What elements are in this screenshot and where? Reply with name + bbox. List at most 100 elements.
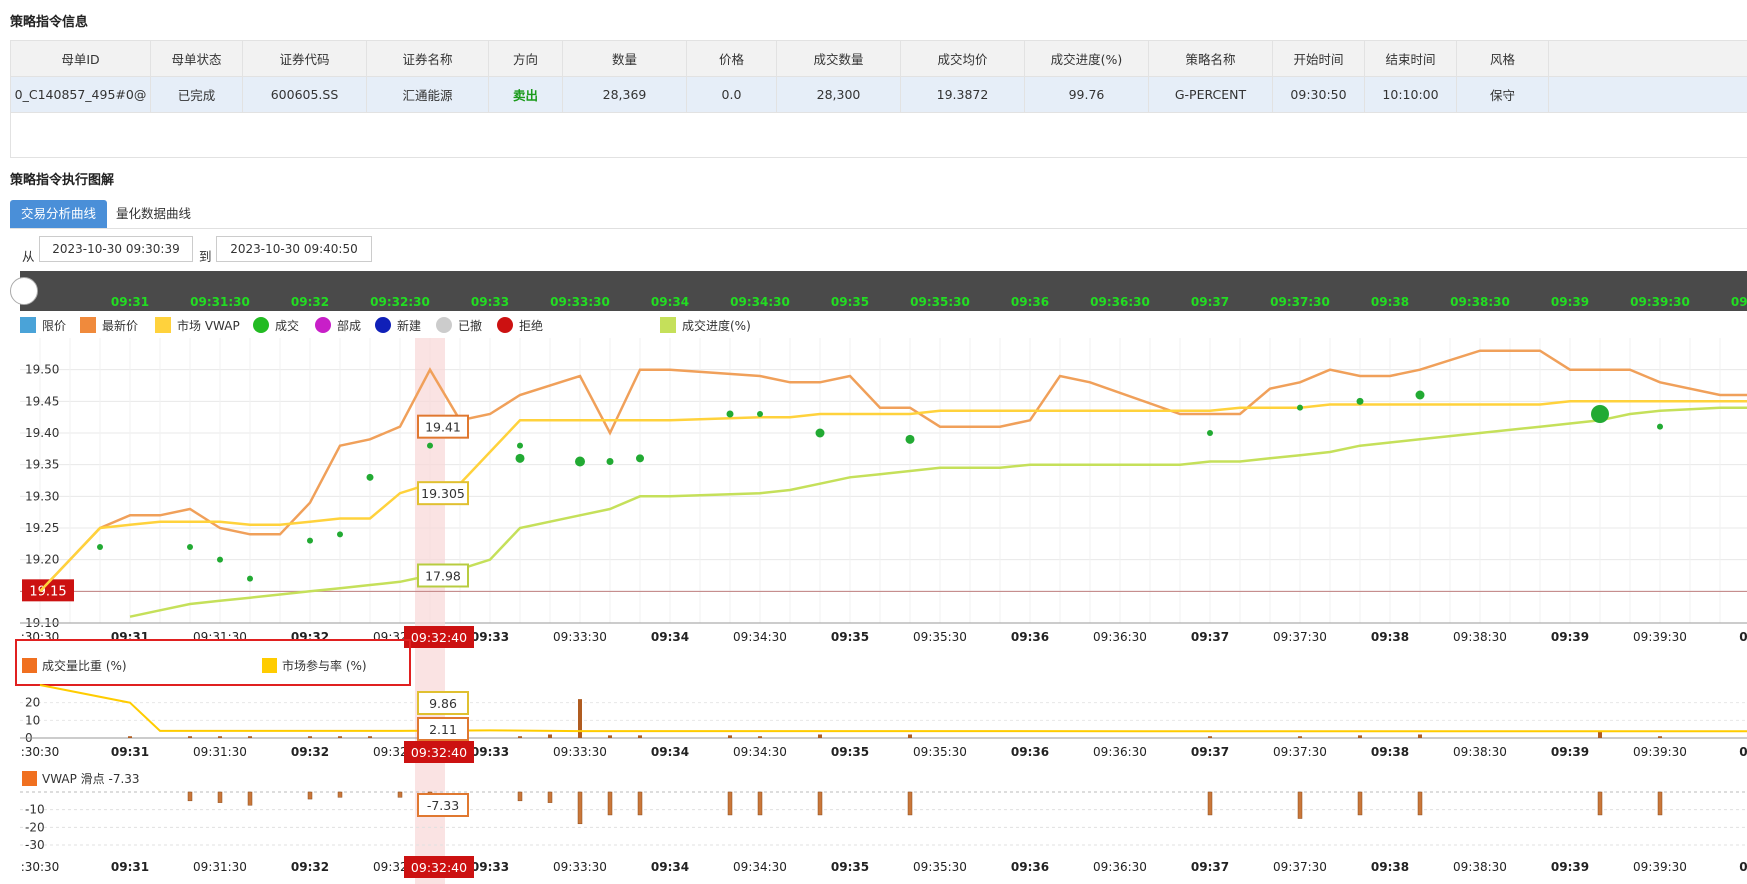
legend-swatch — [375, 317, 391, 333]
volume-bar — [728, 735, 732, 738]
slippage-bar — [247, 791, 253, 806]
trade-point — [1657, 423, 1663, 430]
x-tick-label: :30:30 — [21, 745, 60, 759]
volume-bar — [308, 736, 312, 738]
legend2-swatch — [262, 658, 277, 673]
x-tick-label: 09:36:30 — [1093, 745, 1147, 759]
tooltip-progress: 17.98 — [425, 569, 461, 584]
legend3-swatch — [22, 771, 37, 786]
volume-bar — [338, 736, 342, 738]
x-tick-label: 09:33:30 — [553, 745, 607, 759]
legend-label: 市场 VWAP — [177, 318, 240, 333]
timebar-tick-label: 09:38 — [1371, 295, 1409, 309]
x-tick-label: 09:39:30 — [1633, 630, 1687, 644]
x-tick-label: 09:37:30 — [1273, 630, 1327, 644]
timebar-tick-label: 09:37 — [1191, 295, 1229, 309]
x-tick-label: 09:32 — [291, 630, 329, 644]
trade-point — [905, 434, 915, 444]
slippage-bar — [217, 791, 223, 803]
trade-point — [515, 453, 525, 463]
timebar-tick-label: 09:34 — [651, 295, 689, 309]
x-tick-label: 09:37:30 — [1273, 860, 1327, 874]
x-tick-label: 09:38:30 — [1453, 745, 1507, 759]
timebar-tick-label: 09:39 — [1551, 295, 1589, 309]
y3-tick-label: -20 — [25, 820, 45, 834]
slippage-bar — [757, 791, 763, 816]
x-tick-label: 09:37:30 — [1273, 745, 1327, 759]
x-tick-label: 09:31 — [111, 630, 149, 644]
slippage-bar — [817, 791, 823, 816]
volume-bar — [188, 736, 192, 738]
slippage-bar — [307, 791, 313, 800]
volume-bar — [638, 735, 642, 738]
y2-tick-label: 20 — [25, 696, 40, 710]
y3-tick-label: -30 — [25, 838, 45, 852]
y-tick-label: 19.45 — [25, 394, 59, 408]
x-tick-label: 09:36 — [1011, 745, 1049, 759]
legend-swatch — [436, 317, 452, 333]
legend2-label: 市场参与率 (%) — [282, 658, 367, 673]
participation-line — [39, 684, 1747, 733]
timebar-tick-label: 09:32 — [291, 295, 329, 309]
timebar-tick-label: 09:40 — [1731, 295, 1747, 309]
legend-swatch — [315, 317, 331, 333]
trade-point — [1207, 430, 1213, 436]
x-tick-label: 09:36:30 — [1093, 860, 1147, 874]
y3-tick-label: -10 — [25, 803, 45, 817]
trade-point — [815, 428, 825, 438]
x-tick-label: 09: — [1739, 745, 1747, 759]
x-tick-label: 09:36:30 — [1093, 630, 1147, 644]
x-tick-label: 09:34 — [651, 630, 689, 644]
trade-point — [606, 458, 614, 465]
slippage-bar — [337, 791, 343, 798]
volume-bar — [1298, 736, 1302, 738]
volume-bar — [548, 734, 552, 738]
trade-point — [97, 544, 103, 550]
timebar-tick-label: 09:34:30 — [730, 295, 790, 309]
timebar-tick-label: 09:36:30 — [1090, 295, 1150, 309]
x-tick-label: 09:34 — [651, 745, 689, 759]
legend-label: 部成 — [337, 318, 361, 333]
slippage-bar — [1657, 791, 1663, 816]
volume-bar — [1658, 736, 1662, 738]
x-tick-label: 09:33 — [471, 745, 509, 759]
x-tick-label: 09:33 — [471, 860, 509, 874]
legend-swatch — [20, 317, 36, 333]
volume-bar — [578, 699, 582, 738]
limit-price-label: 19.15 — [29, 584, 66, 599]
x-tick-label: 09:34:30 — [733, 745, 787, 759]
timebar-tick-label: 09:32:30 — [370, 295, 430, 309]
x-tick-label: 09:31:30 — [193, 745, 247, 759]
timebar-tick-label: 09:35:30 — [910, 295, 970, 309]
slippage-bar — [907, 791, 913, 816]
legend-label: 成交进度(%) — [682, 318, 751, 333]
slippage-bar — [547, 791, 553, 803]
tooltip-participation: 9.86 — [429, 696, 457, 711]
slippage-bar — [1297, 791, 1303, 819]
x-tick-label: 09:39 — [1551, 860, 1589, 874]
slippage-bar — [1357, 791, 1363, 816]
volume-bar — [518, 736, 522, 738]
volume-bar — [128, 736, 132, 738]
x-tick-label: 09:36 — [1011, 630, 1049, 644]
timebar-tick-label: 09:38:30 — [1450, 295, 1510, 309]
x-tick-label: 09:33:30 — [553, 860, 607, 874]
trade-point — [1591, 405, 1609, 423]
x-tick-label: 09:33 — [471, 630, 509, 644]
trade-point — [517, 442, 523, 449]
volume-bar — [248, 736, 252, 738]
volume-bar — [908, 734, 912, 738]
y-tick-label: 19.35 — [25, 458, 59, 472]
trade-point — [757, 411, 763, 417]
series-line-0 — [39, 349, 1747, 593]
x-tick-label: 09:34:30 — [733, 860, 787, 874]
legend-swatch — [155, 317, 171, 333]
x-tick-label: 09:31 — [111, 860, 149, 874]
timebar-tick-label: 09:39:30 — [1630, 295, 1690, 309]
y-tick-label: 19.30 — [25, 489, 59, 503]
volume-bar — [218, 736, 222, 738]
volume-bar — [1418, 734, 1422, 738]
legend-label: 限价 — [42, 319, 66, 333]
x-tick-label: 09:35 — [831, 860, 869, 874]
x-tick-label: 09:38:30 — [1453, 630, 1507, 644]
